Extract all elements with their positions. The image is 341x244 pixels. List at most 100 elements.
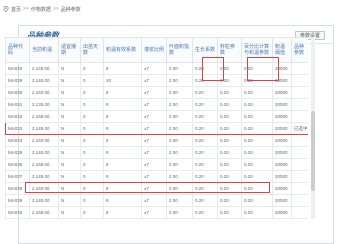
breadcrumb-item-crop-data[interactable]: 作物数据 <box>31 6 51 13</box>
table-cell: ±7 <box>141 62 167 75</box>
table-row[interactable]: MA032 2,155.00 N 0 8 ±7 2.00 0.20 0.20 0.20 20000 <box>5 110 308 123</box>
table-cell: N <box>58 134 81 147</box>
table-cell <box>291 146 308 159</box>
table-cell: 0.20 <box>241 122 273 135</box>
table-cell: 0.20 <box>241 86 273 99</box>
column-header[interactable]: 积温有效系数 <box>103 37 142 63</box>
table-cell: 20000 <box>272 74 292 87</box>
table-cell: 20000 <box>272 98 292 111</box>
table-row[interactable]: MA040 2,155.00 N 0 8 ±7 2.00 0.20 0.20 0.20 20000 <box>5 206 308 219</box>
table-cell: 0.20 <box>241 146 273 159</box>
table-cell: 20000 <box>272 182 292 195</box>
table-cell: 8 <box>103 194 142 207</box>
table-cell: ±7 <box>141 110 167 123</box>
scrollbar-thumb[interactable] <box>311 111 315 191</box>
table-cell: 2,155.00 <box>29 206 59 219</box>
table-row[interactable]: MA034 2,150.00 N 0 8 ±7 2.00 0.20 0.20 0.20 20000 <box>5 134 308 147</box>
table-cell: 0.20 <box>217 134 242 147</box>
table-row[interactable]: MA033 2,145.00 N 0 8 ±7 2.00 0.20 0.20 0.20 20000 已… <box>5 122 308 135</box>
table-cell: 0.20 <box>217 146 242 159</box>
table-row[interactable]: MA029 2,140.00 N 0 10 ±7 2.00 0.20 0.20 0.20 20000 <box>5 74 308 87</box>
column-header[interactable]: 生长系数 <box>192 37 218 63</box>
table-cell: N <box>58 182 81 195</box>
table-cell: 0.20 <box>241 206 273 219</box>
table-cell: 20000 <box>272 158 292 171</box>
column-header[interactable]: 当前积温 <box>29 37 59 63</box>
table-cell: 2,145.00 <box>29 170 59 183</box>
table-cell: MA032 <box>5 110 30 123</box>
table-cell: 0.20 <box>241 110 273 123</box>
column-header[interactable]: 积温阈值 <box>272 37 292 63</box>
table-cell: 0.20 <box>192 158 218 171</box>
table-cell: 2,140.00 <box>29 194 59 207</box>
column-header[interactable]: 叶面积指数 <box>166 37 193 63</box>
column-header[interactable]: 出苗天数 <box>80 37 104 63</box>
table-row[interactable]: MA031 2,135.00 N 0 8 ±7 2.00 0.20 0.20 0.20 20000 <box>5 98 308 111</box>
table-cell: N <box>58 74 81 87</box>
table-cell: 0.20 <box>217 206 242 219</box>
table-row[interactable]: MA036 2,155.00 N 0 8 ±7 2.00 0.20 0.20 0.20 20000 <box>5 158 308 171</box>
table-cell: MA040 <box>5 206 30 219</box>
table-cell <box>291 110 308 123</box>
column-header[interactable]: 品种参数 <box>291 37 308 63</box>
table-cell: 2.00 <box>166 146 193 159</box>
table-row[interactable]: MA020 2,145.00 N 0 8 ±7 2.00 0.20 0.20 0.20 20000 <box>5 62 308 75</box>
table-cell: 8 <box>103 110 142 123</box>
table-cell: 0.20 <box>217 182 242 195</box>
table-cell: 0.20 <box>192 170 218 183</box>
table-cell: 20000 <box>272 170 292 183</box>
table-cell: ±7 <box>141 98 167 111</box>
table-cell: N <box>58 170 81 183</box>
table-cell: 20000 <box>272 146 292 159</box>
table-cell <box>291 86 308 99</box>
table-cell: 8 <box>103 158 142 171</box>
table-cell: 8 <box>103 86 142 99</box>
table-cell: 0.20 <box>217 122 242 135</box>
table-cell: 0 <box>80 98 104 111</box>
table-cell: MA036 <box>5 158 30 171</box>
column-header[interactable]: 籽粒参数 <box>217 37 242 63</box>
breadcrumb-item-home[interactable]: 首页 <box>11 6 21 13</box>
table-cell: N <box>58 206 81 219</box>
vertical-scrollbar[interactable] <box>311 37 315 219</box>
table-cell: N <box>58 146 81 159</box>
table-cell: 0.20 <box>192 74 218 87</box>
table-cell <box>291 98 308 111</box>
table-row[interactable]: MA035 2,140.00 N 0 8 ±7 2.00 0.20 0.20 0.20 20000 <box>5 146 308 159</box>
table-cell: MA034 <box>5 134 30 147</box>
table-cell: 0.20 <box>192 110 218 123</box>
table-cell: MA031 <box>5 98 30 111</box>
table-cell <box>291 74 308 87</box>
table-cell: N <box>58 62 81 75</box>
table-row[interactable]: MA037 2,145.00 N 0 8 ±7 2.00 0.20 0.20 0.20 20000 <box>5 170 308 183</box>
table-cell: 2.00 <box>166 182 193 195</box>
table-cell: 2,150.00 <box>29 86 59 99</box>
table-cell: 0 <box>80 134 104 147</box>
table-row[interactable]: MA030 2,150.00 N 0 8 ±7 2.00 0.20 0.20 0.20 20000 <box>5 86 308 99</box>
table-cell: 8 <box>103 122 142 135</box>
table-cell: 8 <box>103 170 142 183</box>
table-cell: MA039 <box>5 194 30 207</box>
table-cell: 0.20 <box>192 146 218 159</box>
table-cell <box>291 134 308 147</box>
table-cell: 2,140.00 <box>29 74 59 87</box>
table-cell: 0.20 <box>192 182 218 195</box>
column-header[interactable]: 百分比计算与积温参数 <box>241 37 273 63</box>
column-header[interactable]: 灌浆比例 <box>141 37 167 63</box>
column-header[interactable]: 品种代码 <box>5 37 30 63</box>
table-row[interactable]: MA038 2,150.00 N 0 8 ±7 2.00 0.20 0.20 0.20 20000 <box>5 182 308 195</box>
breadcrumb-item-current: 品种参数 <box>60 6 81 13</box>
table-cell: ±7 <box>141 122 167 135</box>
column-header[interactable]: 适宜播期 <box>58 37 81 63</box>
table-cell: 2,150.00 <box>29 182 59 195</box>
table-cell: 2,145.00 <box>29 62 59 75</box>
table-cell: 0 <box>80 86 104 99</box>
table-cell: 2,155.00 <box>29 110 59 123</box>
table-cell: 2,150.00 <box>29 134 59 147</box>
table-cell: MA038 <box>5 182 30 195</box>
table-row[interactable]: MA039 2,140.00 N 0 8 ±7 2.00 0.20 0.20 0.20 20000 <box>5 194 308 207</box>
table-cell: 20000 <box>272 62 292 75</box>
parameter-table-container[interactable]: 品种代码 当前积温 适宜播期 出苗天数 积温有效系数 灌浆比例 叶面积指数 生长系数 籽粒参数百… <box>5 37 308 219</box>
table-body: MA020 2,145.00 N 0 8 ±7 2.00 0.20 0.20 0.20 20000 M… <box>5 62 308 219</box>
table-cell: N <box>58 86 81 99</box>
